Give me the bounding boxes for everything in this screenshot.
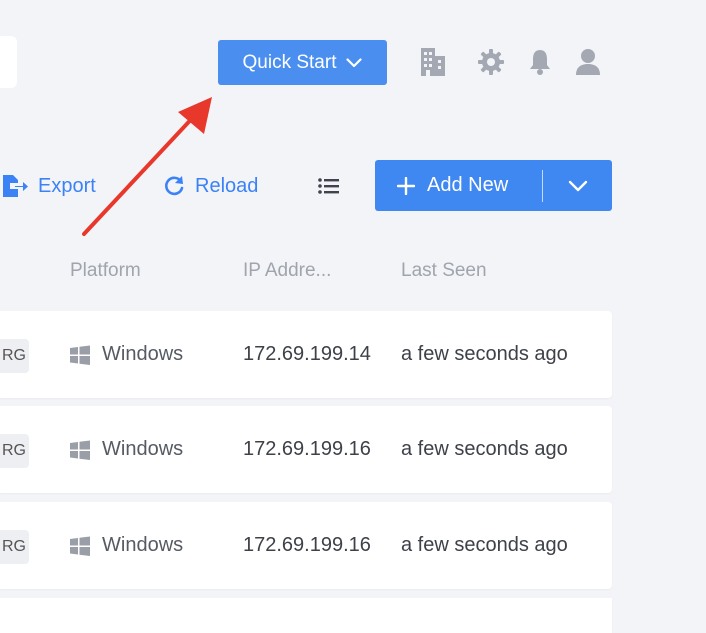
quick-start-label: Quick Start [242,51,337,73]
export-label: Export [38,174,96,197]
quick-start-button[interactable]: Quick Start [218,40,387,85]
add-new-dropdown-button[interactable] [543,160,612,211]
column-header-last-seen[interactable]: Last Seen [401,260,487,282]
column-header-platform[interactable]: Platform [70,260,141,282]
windows-icon [70,536,90,556]
table-row[interactable]: RG Windows 172.69.199.16 a few seconds a… [0,406,612,493]
list-view-icon[interactable] [318,177,340,200]
platform-cell: Windows [70,311,230,398]
platform-label: Windows [102,438,184,460]
tag-badge: RG [0,339,29,373]
reload-label: Reload [195,174,259,197]
plus-icon [397,176,415,195]
windows-icon [70,440,90,460]
platform-label: Windows [102,343,184,365]
reload-button[interactable]: Reload [163,172,258,200]
user-icon[interactable] [574,47,602,77]
tag-badge: RG [0,530,29,564]
platform-cell: Windows [70,502,230,589]
bell-icon[interactable] [527,47,553,77]
chevron-down-icon [346,57,363,67]
add-new-button[interactable]: Add New [375,160,542,211]
tag-badge: RG [0,434,29,468]
platform-label: Windows [102,534,184,556]
platform-cell: Windows [70,406,230,493]
chevron-down-icon [568,180,587,191]
column-header-ip-address[interactable]: IP Addre... [243,260,331,282]
last-seen-cell: a few seconds ago [401,343,568,365]
search-input[interactable] [0,36,17,88]
ip-address-cell: 172.69.199.16 [243,534,371,556]
windows-icon [70,345,90,365]
last-seen-cell: a few seconds ago [401,438,568,460]
reload-icon [165,176,184,196]
ip-address-cell: 172.69.199.16 [243,438,371,460]
table-row[interactable]: RG Windows 172.69.199.14 a few seconds a… [0,311,612,398]
table-row[interactable] [0,598,612,633]
ip-address-cell: 172.69.199.14 [243,343,371,365]
gear-icon[interactable] [477,48,505,76]
export-icon [3,175,28,197]
export-button[interactable]: Export [2,172,96,200]
table-row[interactable]: RG Windows 172.69.199.16 a few seconds a… [0,502,612,589]
add-new-label: Add New [427,174,509,196]
add-new-button-group: Add New [375,160,612,211]
annotation-arrow [82,97,212,236]
last-seen-cell: a few seconds ago [401,534,568,556]
building-icon[interactable] [418,46,448,78]
